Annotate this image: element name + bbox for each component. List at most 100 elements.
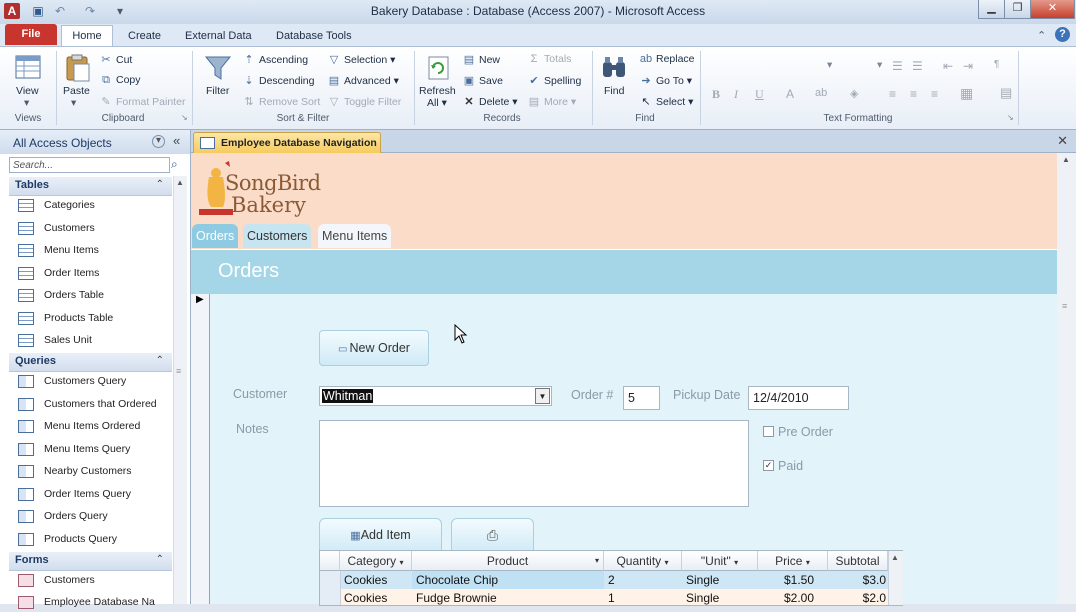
gridlines-icon[interactable]: ▦ xyxy=(960,85,973,102)
increase-indent-icon[interactable]: ⇥ xyxy=(963,59,973,73)
numbering-icon[interactable]: ☰ xyxy=(912,59,923,73)
goto-button[interactable]: ➔ Go To ▾ xyxy=(639,74,692,87)
help-icon[interactable]: ? xyxy=(1055,27,1070,42)
nav-item-categories[interactable]: Categories xyxy=(18,195,95,215)
nav-item-employee-database-navigation[interactable]: Employee Database Na xyxy=(18,592,155,612)
nav-item-orders-table[interactable]: Orders Table xyxy=(18,285,104,305)
document-scrollbar[interactable]: ▲ ≡ xyxy=(1057,153,1076,604)
toggle-filter-button[interactable]: ▽ Toggle Filter xyxy=(327,95,401,108)
column-filter-arrow-icon[interactable]: ▾ xyxy=(734,558,738,567)
table-row[interactable]: Cookies Fudge Brownie 1 Single $2.00 $2.… xyxy=(320,589,888,605)
paste-button[interactable]: Paste xyxy=(63,85,90,97)
text-formatting-launcher-icon[interactable]: ↘ xyxy=(1007,113,1014,122)
italic-button[interactable]: I xyxy=(734,87,738,102)
view-button[interactable]: View xyxy=(16,85,39,97)
nav-item-customers-query[interactable]: Customers Query xyxy=(18,371,126,391)
totals-button[interactable]: Σ Totals xyxy=(527,53,572,65)
align-left-icon[interactable]: ≡ xyxy=(889,87,896,101)
document-tab-employee-database-navigation[interactable]: Employee Database Navigation xyxy=(193,132,381,154)
ribbon-collapse-icon[interactable]: ⌃ xyxy=(1037,27,1046,46)
bold-button[interactable]: B xyxy=(712,87,720,102)
remove-sort-button[interactable]: ⇅ Remove Sort xyxy=(242,95,320,108)
cell-category[interactable]: Cookies xyxy=(340,571,412,589)
scroll-up-arrow-icon[interactable]: ▲ xyxy=(176,178,184,187)
refresh-all-label[interactable]: All ▾ xyxy=(427,97,447,109)
font-color-icon[interactable]: A xyxy=(786,87,794,101)
datasheet-corner[interactable] xyxy=(320,551,340,571)
nav-tab-customers[interactable]: Customers xyxy=(243,224,312,248)
cell-price[interactable]: $2.00 xyxy=(758,589,828,607)
delete-record-button[interactable]: ✕ Delete ▾ xyxy=(462,95,517,108)
section-queries-header[interactable]: Queries ⌃ xyxy=(9,353,172,372)
paste-icon[interactable] xyxy=(62,53,92,83)
column-filter-arrow-icon[interactable]: ▾ xyxy=(806,558,810,567)
nav-item-products-table[interactable]: Products Table xyxy=(18,308,113,328)
tab-external-data[interactable]: External Data xyxy=(185,27,252,46)
nav-item-order-items-query[interactable]: Order Items Query xyxy=(18,484,131,504)
navigation-pane-header[interactable]: All Access Objects ▾ « xyxy=(0,130,190,154)
nav-item-sales-unit[interactable]: Sales Unit xyxy=(18,330,92,350)
minimize-button[interactable]: ▁ xyxy=(978,0,1005,19)
save-record-button[interactable]: ▣ Save xyxy=(462,74,503,87)
filter-funnel-icon[interactable] xyxy=(203,53,233,83)
bullets-icon[interactable]: ☰ xyxy=(892,59,903,73)
column-header-product[interactable]: Product ▾ xyxy=(412,551,604,571)
scroll-up-arrow-icon[interactable]: ▲ xyxy=(1062,155,1070,164)
select-button[interactable]: ↖ Select ▾ xyxy=(639,95,693,108)
nav-item-customers-that-ordered[interactable]: Customers that Ordered xyxy=(18,394,157,414)
align-center-icon[interactable]: ≡ xyxy=(910,87,917,101)
column-header-category[interactable]: Category ▾ xyxy=(340,551,412,571)
filter-button[interactable]: Filter xyxy=(206,85,229,97)
row-selector[interactable] xyxy=(320,589,341,605)
notes-textarea[interactable] xyxy=(319,420,749,507)
view-dropdown-icon[interactable]: ▾ xyxy=(24,97,29,109)
column-header-price[interactable]: Price ▾ xyxy=(758,551,828,571)
maximize-button[interactable]: ❐ xyxy=(1004,0,1031,19)
find-button[interactable]: Find xyxy=(604,85,624,97)
add-item-button[interactable]: ▦Add Item xyxy=(319,518,442,554)
nav-tab-menu-items[interactable]: Menu Items xyxy=(318,224,392,248)
descending-button[interactable]: ⇣ Descending xyxy=(242,74,314,87)
fill-color-icon[interactable]: ◈ xyxy=(850,87,858,100)
text-direction-icon[interactable]: ¶ xyxy=(994,59,999,70)
cell-product[interactable]: Chocolate Chip xyxy=(412,571,604,589)
more-button[interactable]: ▤ More ▾ xyxy=(527,95,576,108)
cell-subtotal[interactable]: $3.0 xyxy=(828,571,888,589)
cell-subtotal[interactable]: $2.0 xyxy=(828,589,888,607)
cell-product[interactable]: Fudge Brownie xyxy=(412,589,604,607)
table-row[interactable]: Cookies Chocolate Chip 2 Single $1.50 $3… xyxy=(320,571,888,589)
nav-search-input[interactable]: Search... xyxy=(9,157,170,173)
shutter-bar-close-icon[interactable]: « xyxy=(173,133,180,148)
tab-database-tools[interactable]: Database Tools xyxy=(276,27,352,46)
nav-item-menu-items-query[interactable]: Menu Items Query xyxy=(18,439,130,459)
refresh-icon[interactable] xyxy=(423,53,453,83)
advanced-button[interactable]: ▤ Advanced ▾ xyxy=(327,74,399,87)
order-number-field[interactable]: 5 xyxy=(623,386,660,410)
tab-home[interactable]: Home xyxy=(61,25,113,47)
underline-button[interactable]: U xyxy=(755,87,764,102)
clipboard-launcher-icon[interactable]: ↘ xyxy=(181,113,188,122)
close-button[interactable]: ✕ xyxy=(1030,0,1075,19)
scroll-grip-icon[interactable]: ≡ xyxy=(1062,301,1067,311)
nav-item-products-query[interactable]: Products Query xyxy=(18,529,117,549)
nav-item-customers-table[interactable]: Customers xyxy=(18,218,95,238)
selection-button[interactable]: ▽ Selection ▾ xyxy=(327,53,396,66)
nav-item-order-items[interactable]: Order Items xyxy=(18,263,99,283)
column-filter-arrow-icon[interactable]: ▾ xyxy=(665,558,669,567)
cell-price[interactable]: $1.50 xyxy=(758,571,828,589)
nav-item-orders-query[interactable]: Orders Query xyxy=(18,506,108,526)
nav-pane-scrollbar[interactable]: ▲ ≡ xyxy=(173,176,187,604)
record-selector[interactable]: ▶ xyxy=(191,294,210,604)
subform-scrollbar[interactable]: ▲ xyxy=(888,551,903,605)
decrease-indent-icon[interactable]: ⇤ xyxy=(943,59,953,73)
nav-tab-orders[interactable]: Orders xyxy=(192,224,239,248)
cut-button[interactable]: ✂ Cut xyxy=(99,53,132,66)
cell-quantity[interactable]: 1 xyxy=(604,589,682,607)
print-button[interactable]: ⎙ xyxy=(451,518,534,554)
copy-button[interactable]: ⧉ Copy xyxy=(99,74,140,87)
scroll-grip-icon[interactable]: ≡ xyxy=(176,366,181,376)
search-magnifier-icon[interactable]: ⌕ xyxy=(171,157,178,172)
cell-unit[interactable]: Single xyxy=(682,571,758,589)
replace-button[interactable]: ab Replace xyxy=(639,53,695,65)
pre-order-checkbox[interactable] xyxy=(763,426,774,437)
